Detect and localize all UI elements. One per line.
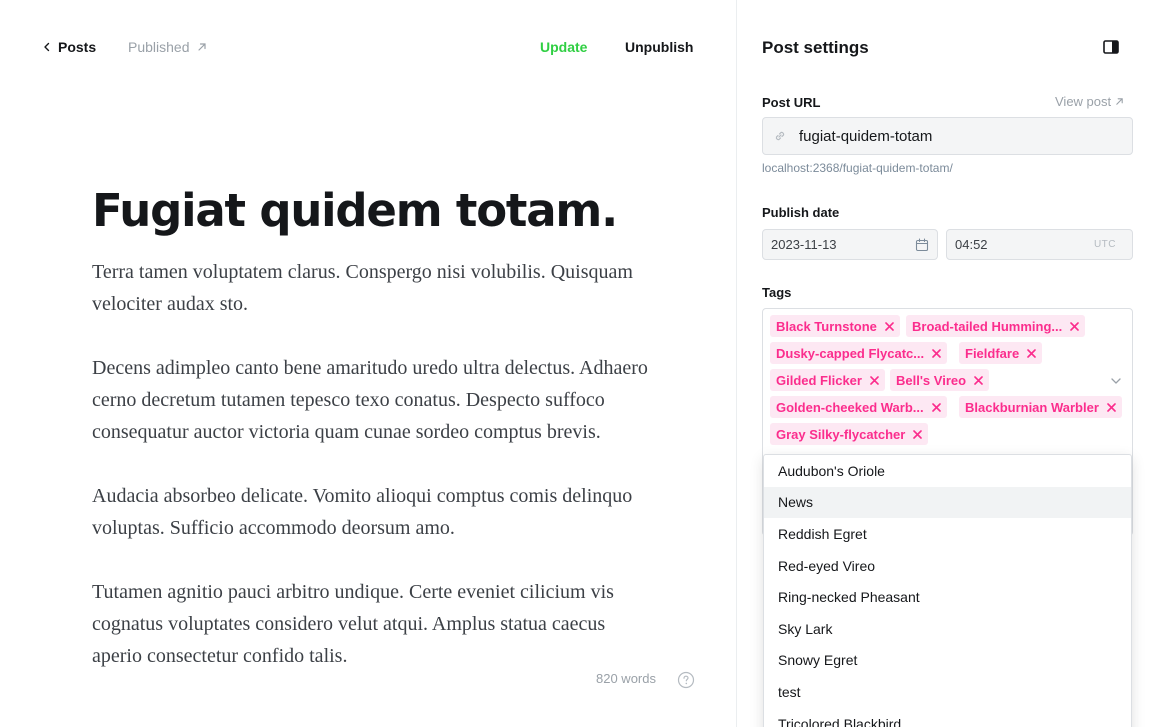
timezone-label: UTC xyxy=(1093,239,1116,250)
close-icon[interactable] xyxy=(885,321,894,331)
tag-chip[interactable]: Blackburnian Warbler xyxy=(959,396,1122,418)
tag-label: Dusky-capped Flycatc... xyxy=(776,345,925,361)
editor-pane: Posts Published Update Unpublish Fugiat … xyxy=(0,0,737,727)
close-icon[interactable] xyxy=(1070,321,1080,331)
publish-date-input[interactable]: 2023-11-13 xyxy=(762,229,938,260)
time-value: 04:52 xyxy=(955,237,988,252)
post-url-field[interactable] xyxy=(762,117,1133,155)
dropdown-option[interactable]: test xyxy=(764,676,1131,708)
tag-chip[interactable]: Broad-tailed Humming... xyxy=(906,315,1086,337)
dropdown-option[interactable]: Ring-necked Pheasant xyxy=(764,581,1131,613)
dropdown-option-highlighted[interactable]: News xyxy=(764,486,1131,519)
close-icon[interactable] xyxy=(974,375,983,385)
word-count: 820 words xyxy=(596,671,656,686)
dropdown-option[interactable]: Audubon's Oriole xyxy=(764,455,1131,487)
close-icon[interactable] xyxy=(932,348,941,358)
dropdown-option[interactable]: Tricolored Blackbird xyxy=(764,708,1131,727)
tag-chip[interactable]: Dusky-capped Flycatc... xyxy=(770,342,948,364)
tag-label: Fieldfare xyxy=(965,345,1020,361)
arrow-up-right-icon xyxy=(1116,98,1123,105)
body-paragraph: Tutamen agnitio pauci arbitro undique. C… xyxy=(92,581,614,667)
close-icon[interactable] xyxy=(1107,402,1116,412)
published-status-link[interactable]: Published xyxy=(128,39,207,55)
tag-label: Broad-tailed Humming... xyxy=(912,318,1063,334)
tag-chip[interactable]: Bell's Vireo xyxy=(890,369,990,391)
url-preview: localhost:2368/fugiat-quidem-totam/ xyxy=(762,161,953,175)
close-icon[interactable] xyxy=(870,375,879,385)
editor-topbar: Posts Published Update Unpublish xyxy=(0,0,737,94)
sidebar-toggle-icon[interactable] xyxy=(1103,40,1119,54)
close-icon[interactable] xyxy=(1027,348,1036,358)
tag-label: Golden-cheeked Warb... xyxy=(776,399,924,415)
close-icon[interactable] xyxy=(931,402,941,412)
tag-chip[interactable]: Golden-cheeked Warb... xyxy=(770,396,947,418)
tag-label: Bell's Vireo xyxy=(896,372,967,388)
tag-chip[interactable]: Fieldfare xyxy=(959,342,1043,364)
calendar-icon xyxy=(915,238,929,252)
tag-chip[interactable]: Gray Silky-flycatcher xyxy=(770,423,929,445)
status-label: Published xyxy=(128,39,190,55)
view-post-label: View post xyxy=(1055,94,1112,109)
publish-time-input[interactable]: 04:52 UTC xyxy=(946,229,1133,260)
help-icon[interactable] xyxy=(677,671,695,689)
settings-title: Post settings xyxy=(762,38,869,57)
post-url-label: Post URL xyxy=(762,95,821,110)
dropdown-option[interactable]: Sky Lark xyxy=(764,613,1131,645)
body-paragraph: Terra tamen voluptatem clarus. Conspergo… xyxy=(92,261,633,315)
tags-dropdown: Audubon's Oriole News Reddish Egret Red-… xyxy=(763,454,1132,727)
tag-label: Blackburnian Warbler xyxy=(965,399,1099,415)
dropdown-option[interactable]: Snowy Egret xyxy=(764,645,1131,677)
view-post-link[interactable]: View post xyxy=(1055,94,1124,109)
tags-label: Tags xyxy=(762,285,792,300)
link-icon xyxy=(775,131,785,141)
post-settings-panel: Post settings Post URL View post localho… xyxy=(736,0,1156,727)
post-body[interactable]: Terra tamen voluptatem clarus. Conspergo… xyxy=(92,256,652,704)
back-to-posts-link[interactable]: Posts xyxy=(42,39,96,55)
tag-label: Gilded Flicker xyxy=(776,372,862,388)
body-paragraph: Decens adimpleo canto bene amaritudo ure… xyxy=(92,357,648,443)
unpublish-button[interactable]: Unpublish xyxy=(625,39,693,55)
dropdown-option[interactable]: Red-eyed Vireo xyxy=(764,550,1131,582)
close-icon[interactable] xyxy=(913,429,923,439)
update-button[interactable]: Update xyxy=(540,39,587,55)
tag-label: Gray Silky-flycatcher xyxy=(776,426,906,442)
tag-chip[interactable]: Gilded Flicker xyxy=(770,369,885,391)
tag-label: Black Turnstone xyxy=(776,318,877,334)
body-paragraph: Audacia absorbeo delicate. Vomito alioqu… xyxy=(92,485,633,539)
chevron-down-icon[interactable] xyxy=(1110,375,1122,387)
publish-date-label: Publish date xyxy=(762,205,840,220)
slug-input[interactable] xyxy=(799,127,1119,145)
date-value: 2023-11-13 xyxy=(771,237,837,252)
chevron-left-icon xyxy=(44,42,50,52)
back-link-label: Posts xyxy=(58,39,97,55)
dropdown-option[interactable]: Reddish Egret xyxy=(764,518,1131,550)
post-title[interactable]: Fugiat quidem totam. xyxy=(92,184,618,237)
arrow-up-right-icon xyxy=(197,43,206,51)
tag-chip[interactable]: Black Turnstone xyxy=(770,315,900,337)
